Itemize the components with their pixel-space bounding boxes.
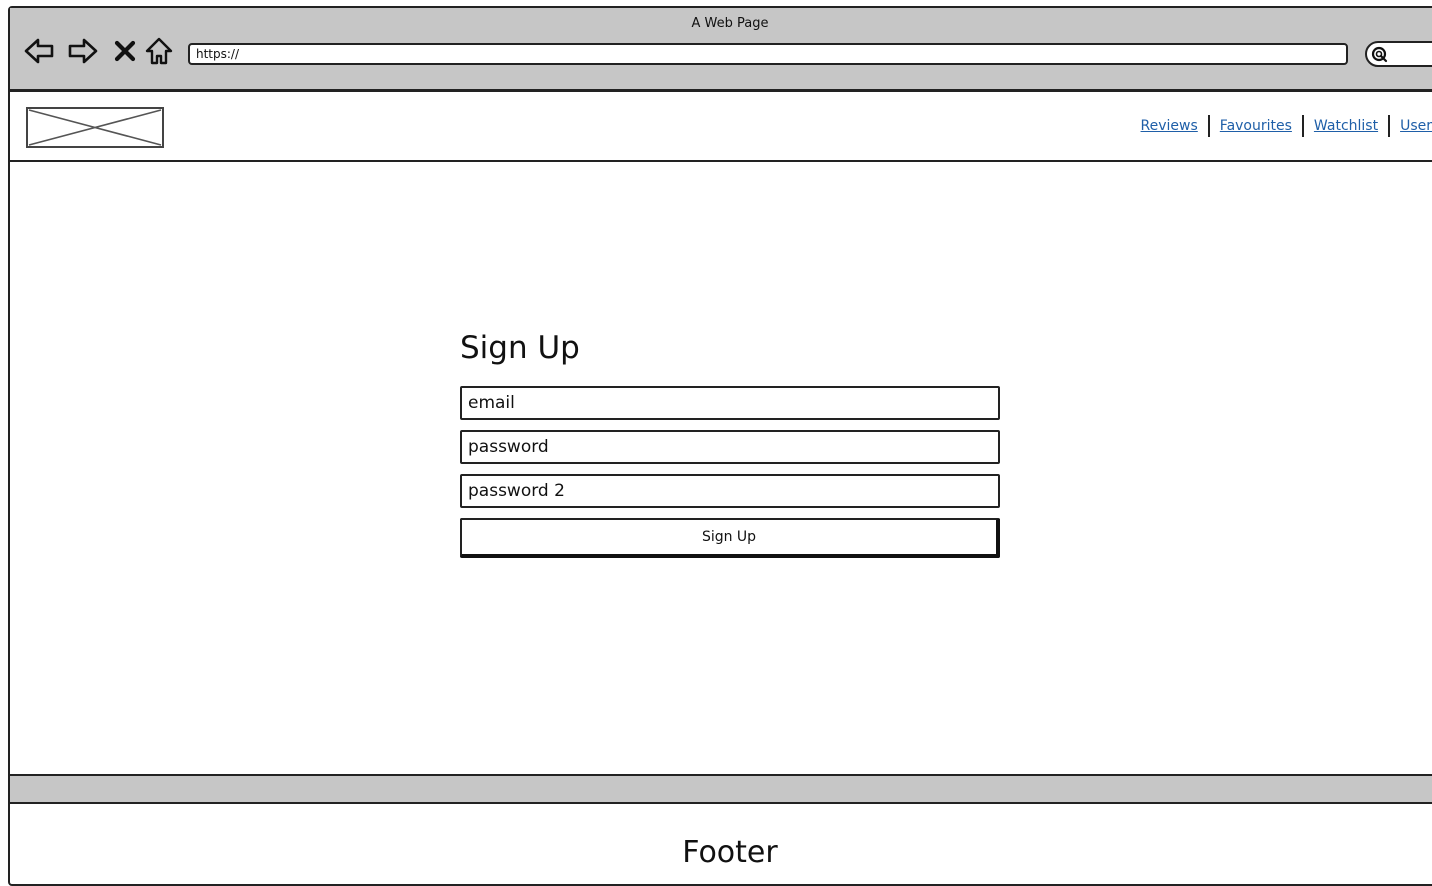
sign-up-button[interactable]: Sign Up <box>460 518 1000 558</box>
password-field[interactable] <box>460 430 1000 464</box>
header-nav: Reviews Favourites Watchlist User <box>1141 115 1432 137</box>
nav-divider <box>1207 115 1210 137</box>
nav-divider <box>1388 115 1391 137</box>
footer-text: Footer <box>682 835 778 870</box>
close-icon[interactable] <box>108 34 142 68</box>
password-confirm-field[interactable] <box>460 474 1000 508</box>
browser-search-button[interactable] <box>1365 41 1432 67</box>
logo-placeholder-image <box>26 107 164 148</box>
browser-window: A Web Page https:// Reviews Favourites W… <box>8 6 1432 886</box>
nav-divider <box>1301 115 1304 137</box>
address-bar[interactable]: https:// <box>188 43 1348 65</box>
back-icon[interactable] <box>22 34 56 68</box>
nav-link-user[interactable]: User <box>1400 118 1432 134</box>
forward-icon[interactable] <box>66 34 100 68</box>
status-bar <box>10 774 1432 804</box>
page-title: Sign Up <box>460 330 580 366</box>
search-icon <box>1371 46 1389 68</box>
site-header: Reviews Favourites Watchlist User <box>10 92 1432 162</box>
signup-form: Sign Up Sign Up <box>460 328 1000 558</box>
footer: Footer <box>10 804 1432 884</box>
browser-chrome: A Web Page https:// <box>10 8 1432 92</box>
home-icon[interactable] <box>142 34 176 68</box>
nav-link-favourites[interactable]: Favourites <box>1220 118 1292 134</box>
nav-link-watchlist[interactable]: Watchlist <box>1314 118 1378 134</box>
email-field[interactable] <box>460 386 1000 420</box>
window-title: A Web Page <box>691 16 769 31</box>
nav-link-reviews[interactable]: Reviews <box>1141 118 1198 134</box>
